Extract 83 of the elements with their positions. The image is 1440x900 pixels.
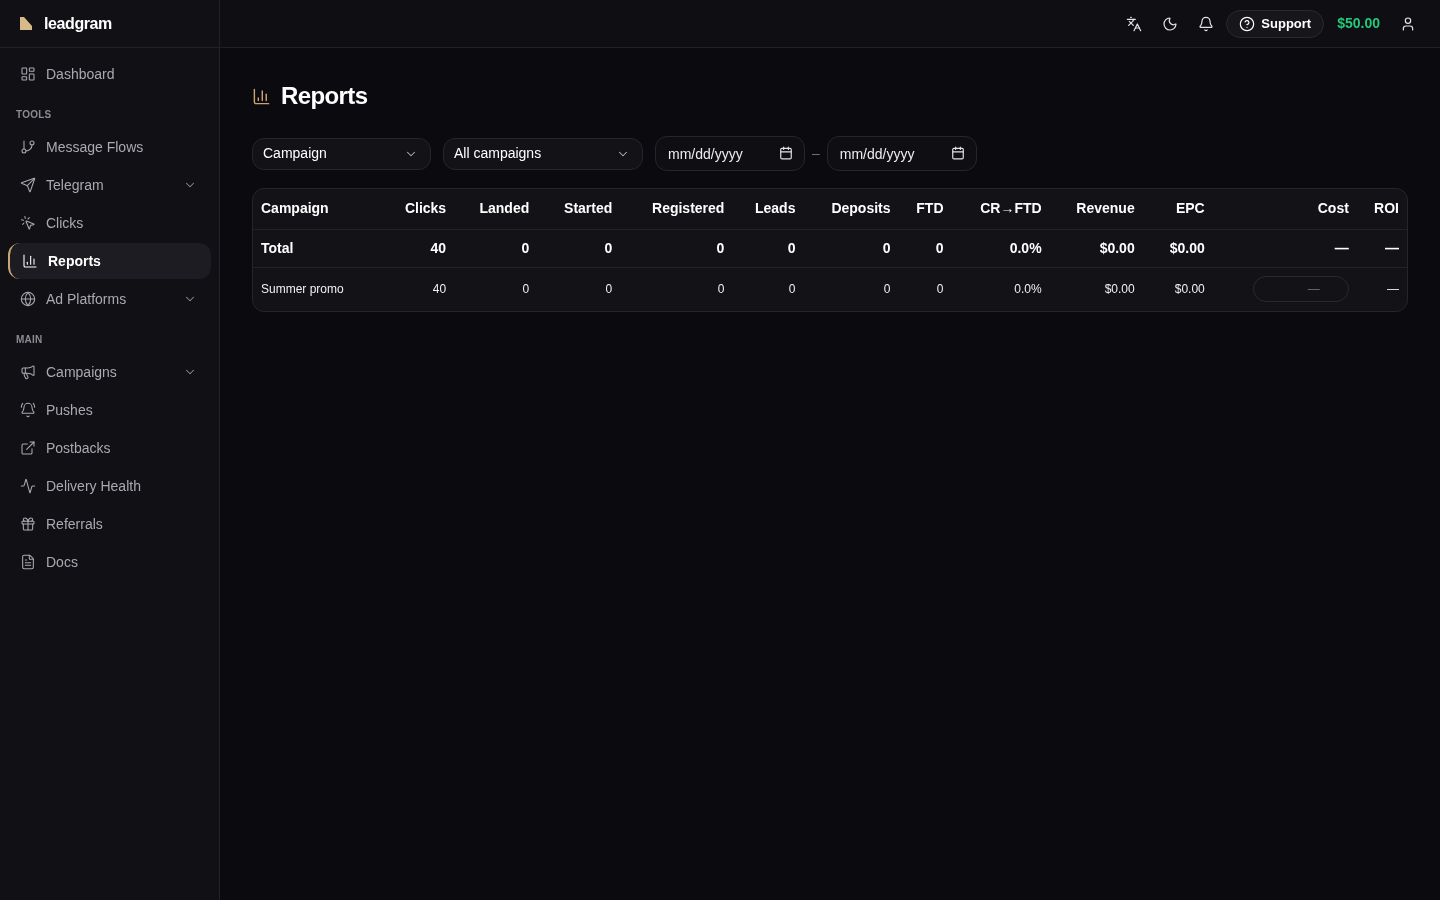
- table-cell: $0.00: [1174, 282, 1205, 297]
- cost-input[interactable]: —: [1252, 276, 1349, 303]
- user-icon[interactable]: [1400, 15, 1416, 32]
- column-header: Campaign: [261, 200, 329, 217]
- branch-icon: [20, 139, 36, 155]
- date-from-field[interactable]: mm/dd/yyyy: [655, 136, 805, 171]
- table-cell: Summer promo: [261, 282, 344, 297]
- sidebar-item[interactable]: Pushes: [8, 392, 211, 428]
- table-cell: —: [1385, 239, 1399, 256]
- table-cell: $0.00: [1169, 239, 1205, 256]
- column-header: Registered: [652, 200, 725, 217]
- table-cell: 0: [522, 282, 530, 297]
- external-link-icon: [20, 440, 36, 456]
- table-cell: 0: [883, 282, 891, 297]
- column-header: EPC: [1175, 200, 1205, 217]
- table-cell: 0: [717, 282, 725, 297]
- help-icon: [1239, 15, 1256, 32]
- brand-name: leadgram: [44, 13, 112, 34]
- bell-icon[interactable]: [1198, 15, 1215, 32]
- table-cell: —: [1387, 282, 1399, 297]
- calendar-icon: [950, 146, 965, 160]
- moon-icon[interactable]: [1162, 15, 1179, 32]
- table-cell: 0: [521, 239, 530, 256]
- table-cell: $0.00: [1104, 282, 1135, 297]
- table-cell: 0: [936, 282, 944, 297]
- sidebar-item[interactable]: Delivery Health: [8, 468, 211, 504]
- logo-icon: [20, 17, 32, 30]
- range-separator: –: [812, 144, 820, 163]
- bar-chart-icon: [22, 253, 38, 269]
- gift-icon: [20, 516, 36, 532]
- sidebar-item[interactable]: Postbacks: [8, 430, 211, 466]
- column-header: Deposits: [831, 200, 891, 217]
- column-header: Cost: [1317, 200, 1349, 217]
- sidebar-item[interactable]: Campaigns: [8, 354, 211, 390]
- table-cell: 0: [605, 282, 613, 297]
- date-to-field[interactable]: mm/dd/yyyy: [826, 136, 977, 171]
- table-cell: 0.0%: [1014, 282, 1042, 297]
- table-cell: 0: [788, 282, 796, 297]
- sidebar-item[interactable]: Reports: [8, 243, 211, 279]
- translate-icon[interactable]: [1126, 15, 1143, 32]
- sidebar-item[interactable]: Ad Platforms: [8, 281, 211, 317]
- sidebar-item[interactable]: Dashboard: [8, 56, 211, 92]
- column-header: Landed: [479, 200, 530, 217]
- bell-ring-icon: [20, 402, 36, 418]
- campaign-select[interactable]: All campaigns: [443, 137, 643, 170]
- page-title: Reports: [281, 81, 368, 111]
- globe-icon: [20, 291, 36, 307]
- section-label: MAIN: [15, 333, 44, 347]
- paper-plane-icon: [20, 177, 36, 193]
- table-cell: Total: [261, 239, 294, 256]
- table-cell: 0: [882, 239, 891, 256]
- column-header: Revenue: [1076, 200, 1135, 217]
- section-label: TOOLS: [15, 108, 53, 122]
- column-header: Started: [564, 200, 613, 217]
- table-cell: 40: [432, 282, 447, 297]
- table-cell: 0.0%: [1009, 239, 1042, 256]
- table-cell: $0.00: [1099, 239, 1135, 256]
- megaphone-icon: [20, 364, 36, 380]
- sidebar-item[interactable]: Telegram: [8, 167, 211, 203]
- sidebar-item[interactable]: Docs: [8, 544, 211, 580]
- column-header: Leads: [754, 200, 796, 217]
- sidebar-item[interactable]: Referrals: [8, 506, 211, 542]
- column-header: ROI: [1374, 200, 1399, 217]
- table-cell: 0: [787, 239, 796, 256]
- column-header: CR→FTD: [980, 200, 1042, 217]
- column-header: FTD: [916, 200, 944, 217]
- calendar-icon: [779, 146, 793, 160]
- sidebar-item[interactable]: Clicks: [8, 205, 211, 241]
- table-cell: —: [1334, 239, 1349, 256]
- balance-amount: $50.00: [1337, 14, 1380, 33]
- group-by-select[interactable]: Campaign: [252, 137, 431, 170]
- table-cell: 0: [716, 239, 725, 256]
- bar-chart-icon: [252, 86, 271, 106]
- pulse-icon: [20, 478, 36, 494]
- dashboard-icon: [20, 66, 36, 82]
- sidebar-item[interactable]: Message Flows: [8, 129, 211, 165]
- table-cell: 0: [604, 239, 613, 256]
- table-cell: 40: [430, 239, 447, 256]
- pointer-click-icon: [20, 215, 36, 231]
- document-icon: [20, 554, 36, 570]
- support-button[interactable]: Support: [1226, 9, 1325, 38]
- column-header: Clicks: [404, 200, 447, 217]
- table-cell: 0: [935, 239, 944, 256]
